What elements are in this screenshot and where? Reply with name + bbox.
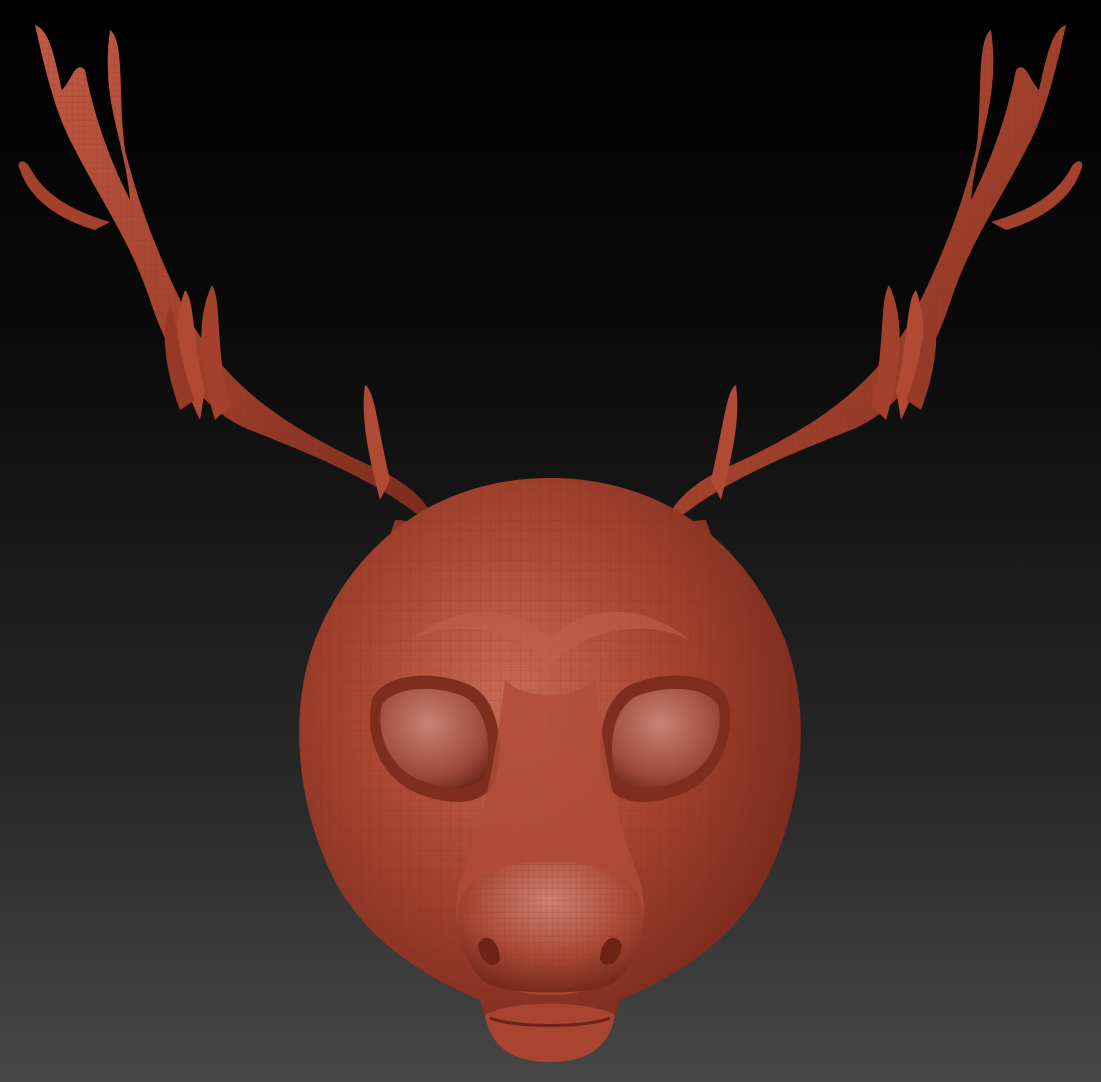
deer-head[interactable] — [299, 478, 801, 1062]
3d-viewport[interactable] — [0, 0, 1101, 1082]
right-antler[interactable] — [656, 25, 1083, 549]
muzzle-wireframe — [457, 861, 643, 993]
right-brow-tine — [711, 385, 738, 500]
left-antler[interactable] — [18, 25, 445, 549]
sculpt-canvas[interactable] — [0, 0, 1101, 1082]
left-brow-tine — [363, 385, 390, 500]
lower-lip — [485, 1003, 615, 1062]
